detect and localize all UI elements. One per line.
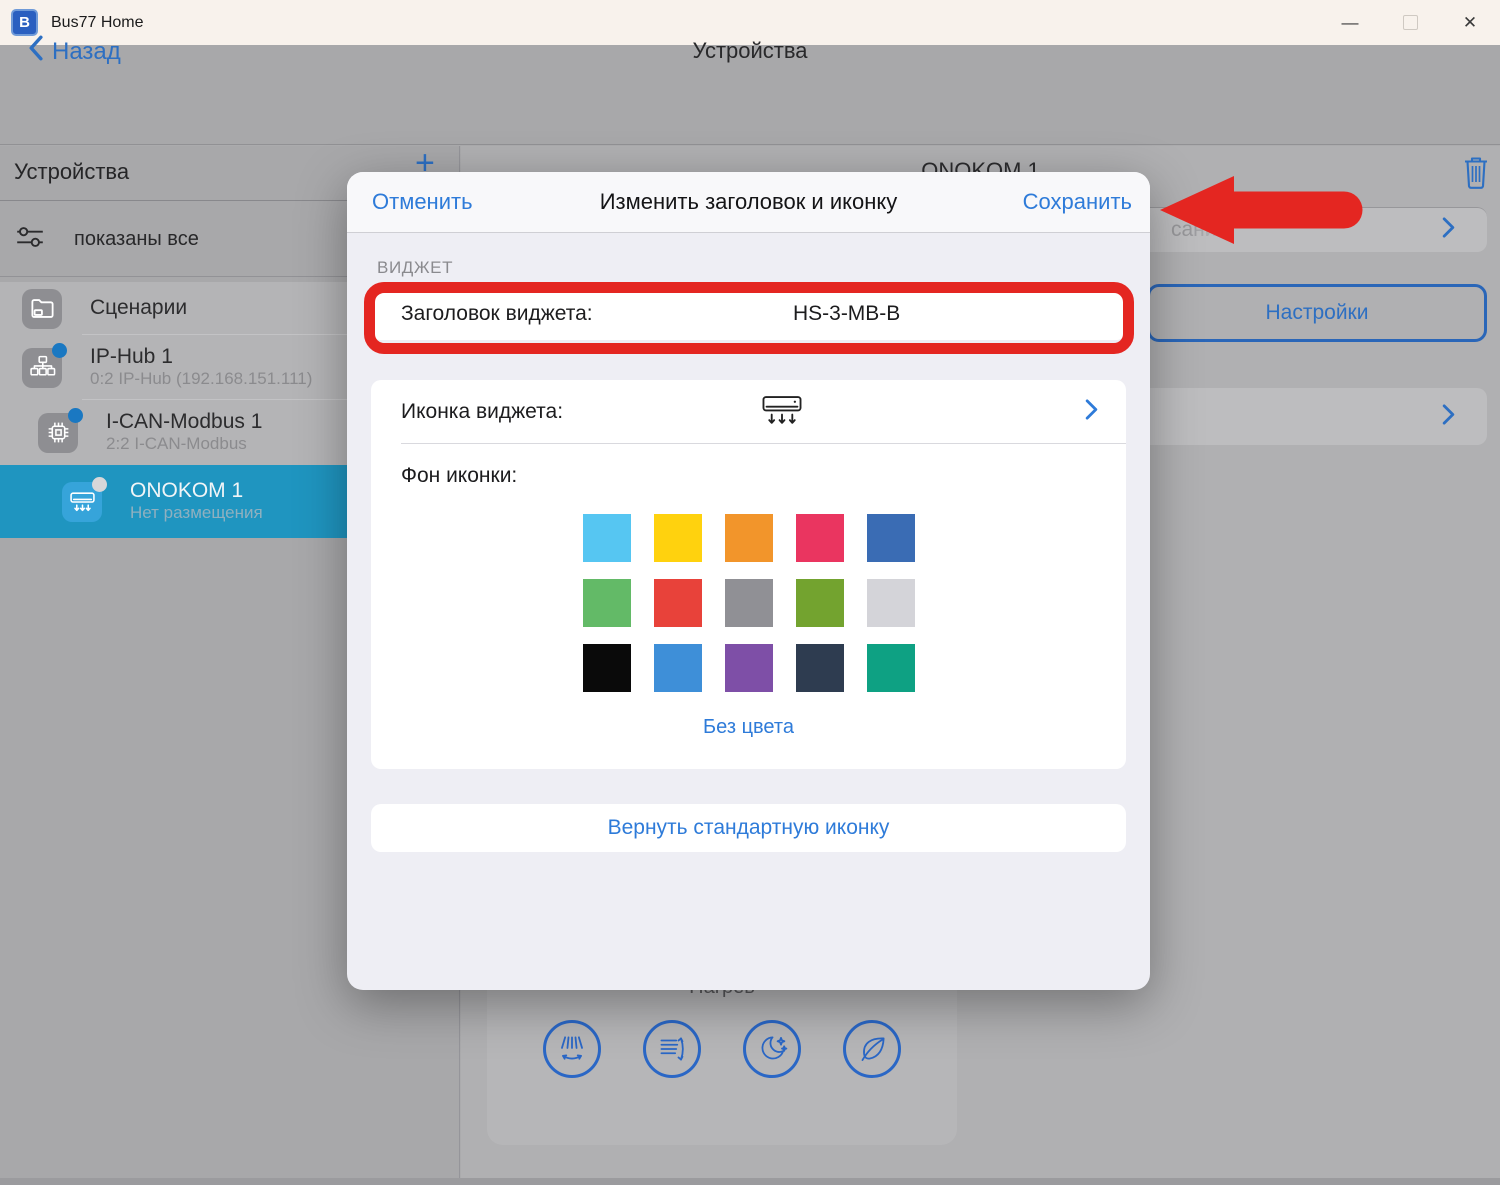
color-swatch[interactable] bbox=[796, 644, 844, 692]
delete-device-button[interactable] bbox=[1460, 154, 1492, 197]
network-hub-icon bbox=[22, 348, 62, 388]
window-title: Bus77 Home bbox=[51, 14, 144, 32]
no-color-button[interactable]: Без цвета bbox=[371, 716, 1126, 739]
device-label: I-CAN-Modbus 1 bbox=[106, 410, 262, 434]
status-badge bbox=[52, 343, 67, 358]
page-title: Устройства bbox=[0, 38, 1500, 64]
status-badge bbox=[68, 408, 83, 423]
app-icon: B bbox=[11, 9, 38, 36]
color-swatch[interactable] bbox=[725, 579, 773, 627]
ac-unit-icon bbox=[62, 482, 102, 522]
highlight-rectangle-annotation bbox=[364, 282, 1134, 354]
maximize-icon bbox=[1403, 15, 1418, 30]
bottom-strip bbox=[0, 1178, 1500, 1185]
color-swatch[interactable] bbox=[796, 514, 844, 562]
device-label: IP-Hub 1 bbox=[90, 345, 312, 369]
section-label: ВИДЖЕТ bbox=[377, 258, 1150, 278]
icon-settings-card: Иконка виджета: Фон иконки: bbox=[371, 380, 1126, 769]
swing-vertical-icon[interactable] bbox=[643, 1020, 701, 1078]
widget-icon-label: Иконка виджета: bbox=[401, 400, 563, 424]
color-swatch[interactable] bbox=[725, 514, 773, 562]
save-button[interactable]: Сохранить bbox=[1023, 189, 1132, 215]
icon-bg-label: Фон иконки: bbox=[371, 444, 1126, 488]
color-swatch[interactable] bbox=[654, 514, 702, 562]
sidebar-title: Устройства bbox=[14, 159, 129, 185]
chevron-right-icon bbox=[1442, 217, 1455, 244]
color-swatch[interactable] bbox=[796, 579, 844, 627]
chevron-right-icon bbox=[1442, 403, 1455, 430]
swing-horizontal-icon[interactable] bbox=[543, 1020, 601, 1078]
device-label: Сценарии bbox=[90, 296, 187, 320]
color-swatch[interactable] bbox=[583, 644, 631, 692]
night-mode-icon[interactable] bbox=[743, 1020, 801, 1078]
cancel-button[interactable]: Отменить bbox=[372, 189, 473, 215]
eco-mode-icon[interactable] bbox=[843, 1020, 901, 1078]
dialog-header: Отменить Изменить заголовок и иконку Сох… bbox=[347, 172, 1150, 233]
color-swatch[interactable] bbox=[654, 644, 702, 692]
widget-icon-row[interactable]: Иконка виджета: bbox=[371, 380, 1126, 443]
device-label: ONOKOM 1 bbox=[130, 479, 263, 503]
filter-sliders-icon bbox=[14, 221, 46, 258]
color-swatch[interactable] bbox=[867, 514, 915, 562]
color-swatch[interactable] bbox=[867, 579, 915, 627]
folder-icon bbox=[22, 289, 62, 329]
chevron-right-icon bbox=[1085, 398, 1098, 425]
device-subtitle: 2:2 I-CAN-Modbus bbox=[106, 434, 262, 454]
device-subtitle: Нет размещения bbox=[130, 503, 263, 523]
color-swatch[interactable] bbox=[583, 579, 631, 627]
settings-button[interactable]: Настройки bbox=[1147, 284, 1487, 342]
color-swatch[interactable] bbox=[867, 644, 915, 692]
reset-icon-button[interactable]: Вернуть стандартную иконку bbox=[371, 804, 1126, 852]
status-badge bbox=[92, 477, 107, 492]
color-swatch[interactable] bbox=[583, 514, 631, 562]
color-swatch[interactable] bbox=[725, 644, 773, 692]
filter-label: показаны все bbox=[74, 228, 199, 251]
device-subtitle: 0:2 IP-Hub (192.168.151.111) bbox=[90, 369, 312, 389]
chip-icon bbox=[38, 413, 78, 453]
arrow-annotation bbox=[1158, 173, 1366, 252]
ac-unit-icon bbox=[760, 394, 804, 434]
color-swatch[interactable] bbox=[654, 579, 702, 627]
app-window: B Bus77 Home — ✕ Назад Устройства Устрой… bbox=[0, 0, 1500, 1185]
color-swatch-grid bbox=[583, 514, 915, 692]
mode-buttons bbox=[487, 1020, 957, 1078]
